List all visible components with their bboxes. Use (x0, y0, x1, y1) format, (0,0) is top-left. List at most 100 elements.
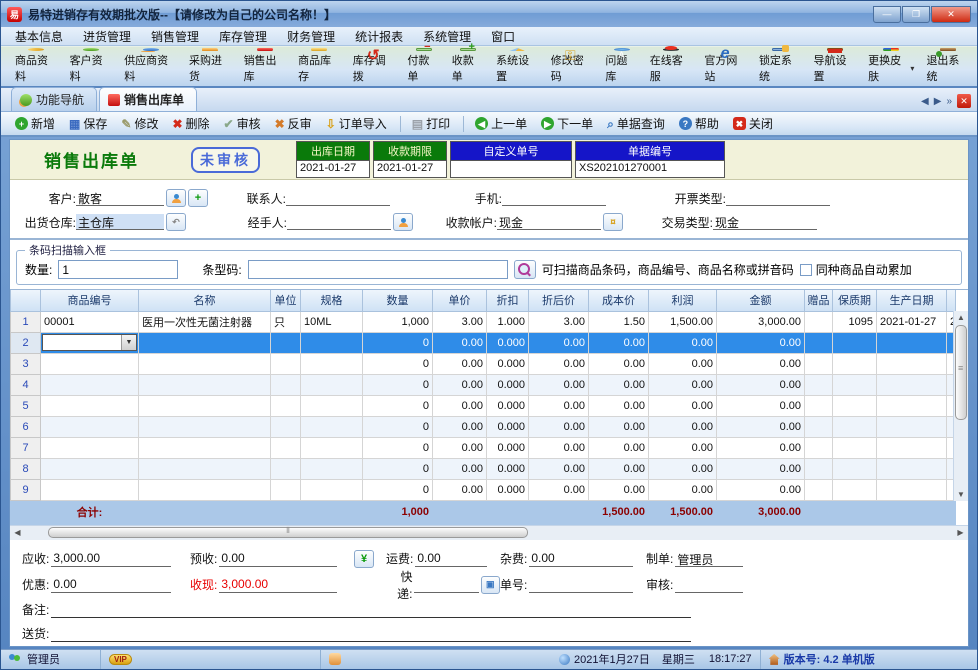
grid-cell[interactable]: 3,000.00 (717, 311, 805, 332)
grid-cell[interactable]: 0.00 (529, 395, 589, 416)
grid-cell[interactable]: 1.000 (487, 311, 529, 332)
toolbar-button[interactable]: 导航设置 (808, 47, 863, 85)
grid-cell[interactable] (271, 479, 301, 500)
grid-cell[interactable] (41, 416, 139, 437)
grid-cell[interactable] (139, 416, 271, 437)
horizontal-scroll-thumb[interactable] (48, 527, 528, 538)
window-button[interactable]: — (873, 6, 901, 23)
tab[interactable]: 销售出库单 (99, 87, 197, 111)
trade-type-field[interactable]: 现金 (713, 214, 817, 230)
grid-cell[interactable] (805, 332, 833, 353)
form-toolbar-button[interactable]: ▦ 保存 (63, 113, 113, 134)
grid-cell[interactable]: 0 (363, 458, 433, 479)
grid-cell[interactable]: 0.00 (589, 374, 649, 395)
grid-cell[interactable] (41, 353, 139, 374)
express-field[interactable] (414, 577, 478, 593)
remark-field[interactable] (51, 602, 691, 618)
prepaid-field[interactable]: 0.00 (219, 551, 337, 567)
tab-nav-icon[interactable]: ◀ (921, 96, 929, 107)
grid-cell[interactable] (877, 437, 947, 458)
grid-cell[interactable]: 0.000 (487, 374, 529, 395)
grid-cell[interactable]: 0.00 (717, 395, 805, 416)
grid-cell[interactable]: 1095 (833, 311, 877, 332)
row-number[interactable]: 4 (11, 374, 41, 395)
row-number[interactable]: 7 (11, 437, 41, 458)
grid-cell[interactable]: 0.00 (649, 458, 717, 479)
grid-cell[interactable] (301, 479, 363, 500)
form-toolbar-button[interactable]: ⌕ 单据查询 (601, 113, 671, 134)
grid-cell[interactable]: 0.00 (649, 437, 717, 458)
grid-cell[interactable]: 医用一次性无菌注射器 (139, 311, 271, 332)
menu-item[interactable]: 统计报表 (345, 27, 413, 46)
grid-cell[interactable]: 0.00 (717, 437, 805, 458)
cash-field[interactable]: 3,000.00 (219, 577, 337, 593)
qty-input[interactable] (58, 260, 178, 279)
grid-cell[interactable]: 0 (363, 437, 433, 458)
handler-field[interactable] (287, 214, 391, 230)
grid-cell[interactable]: 0.00 (649, 332, 717, 353)
grid-cell[interactable] (41, 479, 139, 500)
toolbar-button[interactable]: 商品资料 (9, 47, 64, 85)
column-header[interactable]: 金额 (717, 290, 805, 311)
grid-cell[interactable] (877, 374, 947, 395)
grid-cell[interactable] (805, 479, 833, 500)
toolbar-button[interactable]: 问题库 (599, 47, 643, 85)
tab-nav-icon[interactable]: » (946, 96, 952, 107)
grid-cell[interactable]: 0.00 (589, 458, 649, 479)
column-header[interactable]: 生产日期 (877, 290, 947, 311)
grid-cell[interactable]: 3.00 (529, 311, 589, 332)
grid-cell[interactable] (271, 437, 301, 458)
row-number[interactable]: 3 (11, 353, 41, 374)
column-header[interactable]: 数量 (363, 290, 433, 311)
grid-cell[interactable]: 0.00 (717, 458, 805, 479)
toolbar-button[interactable]: 采购进货 (183, 47, 238, 85)
form-toolbar-button[interactable]: ✎ 修改 (115, 113, 164, 134)
grid-cell[interactable]: 0.00 (649, 479, 717, 500)
form-toolbar-button[interactable]: ✔ 审核 (218, 113, 267, 134)
delivery-field[interactable] (51, 626, 691, 642)
horizontal-scrollbar[interactable]: ◀ ▶ (10, 525, 968, 540)
toolbar-button[interactable]: 收款单 (446, 47, 490, 85)
grid-cell[interactable] (301, 374, 363, 395)
menu-item[interactable]: 库存管理 (209, 27, 277, 46)
column-header[interactable] (11, 290, 41, 311)
form-toolbar-button[interactable]: ⇩ 订单导入 (320, 113, 393, 134)
window-button[interactable]: ✕ (931, 6, 971, 23)
column-header[interactable]: 折扣 (487, 290, 529, 311)
grid-cell[interactable]: 0.00 (529, 437, 589, 458)
grid-cell[interactable]: 0.00 (717, 332, 805, 353)
grid-cell[interactable]: ▼ (41, 332, 139, 353)
grid-cell[interactable] (139, 332, 271, 353)
form-toolbar-button[interactable]: ? 帮助 (673, 113, 725, 134)
form-toolbar-button[interactable]: ✖ 删除 (166, 113, 215, 134)
column-header[interactable]: 利润 (649, 290, 717, 311)
grid-cell[interactable]: 1,000 (363, 311, 433, 332)
grid-cell[interactable]: 0 (363, 479, 433, 500)
row-number[interactable]: 9 (11, 479, 41, 500)
tab[interactable]: 功能导航 (11, 87, 97, 111)
customer-lookup-button[interactable] (166, 189, 186, 207)
form-toolbar-button[interactable]: + 新增 (9, 113, 61, 134)
grid-cell[interactable]: 0.00 (433, 332, 487, 353)
grid-cell[interactable]: 0.00 (529, 374, 589, 395)
grid-cell[interactable] (271, 458, 301, 479)
form-toolbar-button[interactable]: ▶ 下一单 (535, 113, 599, 134)
grid-cell[interactable] (805, 416, 833, 437)
grid-cell[interactable] (833, 416, 877, 437)
toolbar-button[interactable]: 更换皮肤 ▾ (862, 47, 920, 85)
grid-cell[interactable] (833, 395, 877, 416)
grid-cell[interactable] (805, 395, 833, 416)
menu-item[interactable]: 财务管理 (277, 27, 345, 46)
grid-cell[interactable] (833, 458, 877, 479)
grid-cell[interactable]: 0.00 (433, 416, 487, 437)
row-number[interactable]: 5 (11, 395, 41, 416)
grid-cell[interactable] (805, 311, 833, 332)
grid-cell[interactable]: 0.00 (433, 458, 487, 479)
grid-cell[interactable]: 0.00 (589, 395, 649, 416)
grid-cell[interactable] (877, 458, 947, 479)
grid-cell[interactable]: 0.000 (487, 353, 529, 374)
grid-cell[interactable]: 0.00 (589, 416, 649, 437)
grid-cell[interactable]: 1,500.00 (649, 311, 717, 332)
toolbar-button[interactable]: 付款单 (401, 47, 445, 85)
grid-cell[interactable]: 0 (363, 395, 433, 416)
